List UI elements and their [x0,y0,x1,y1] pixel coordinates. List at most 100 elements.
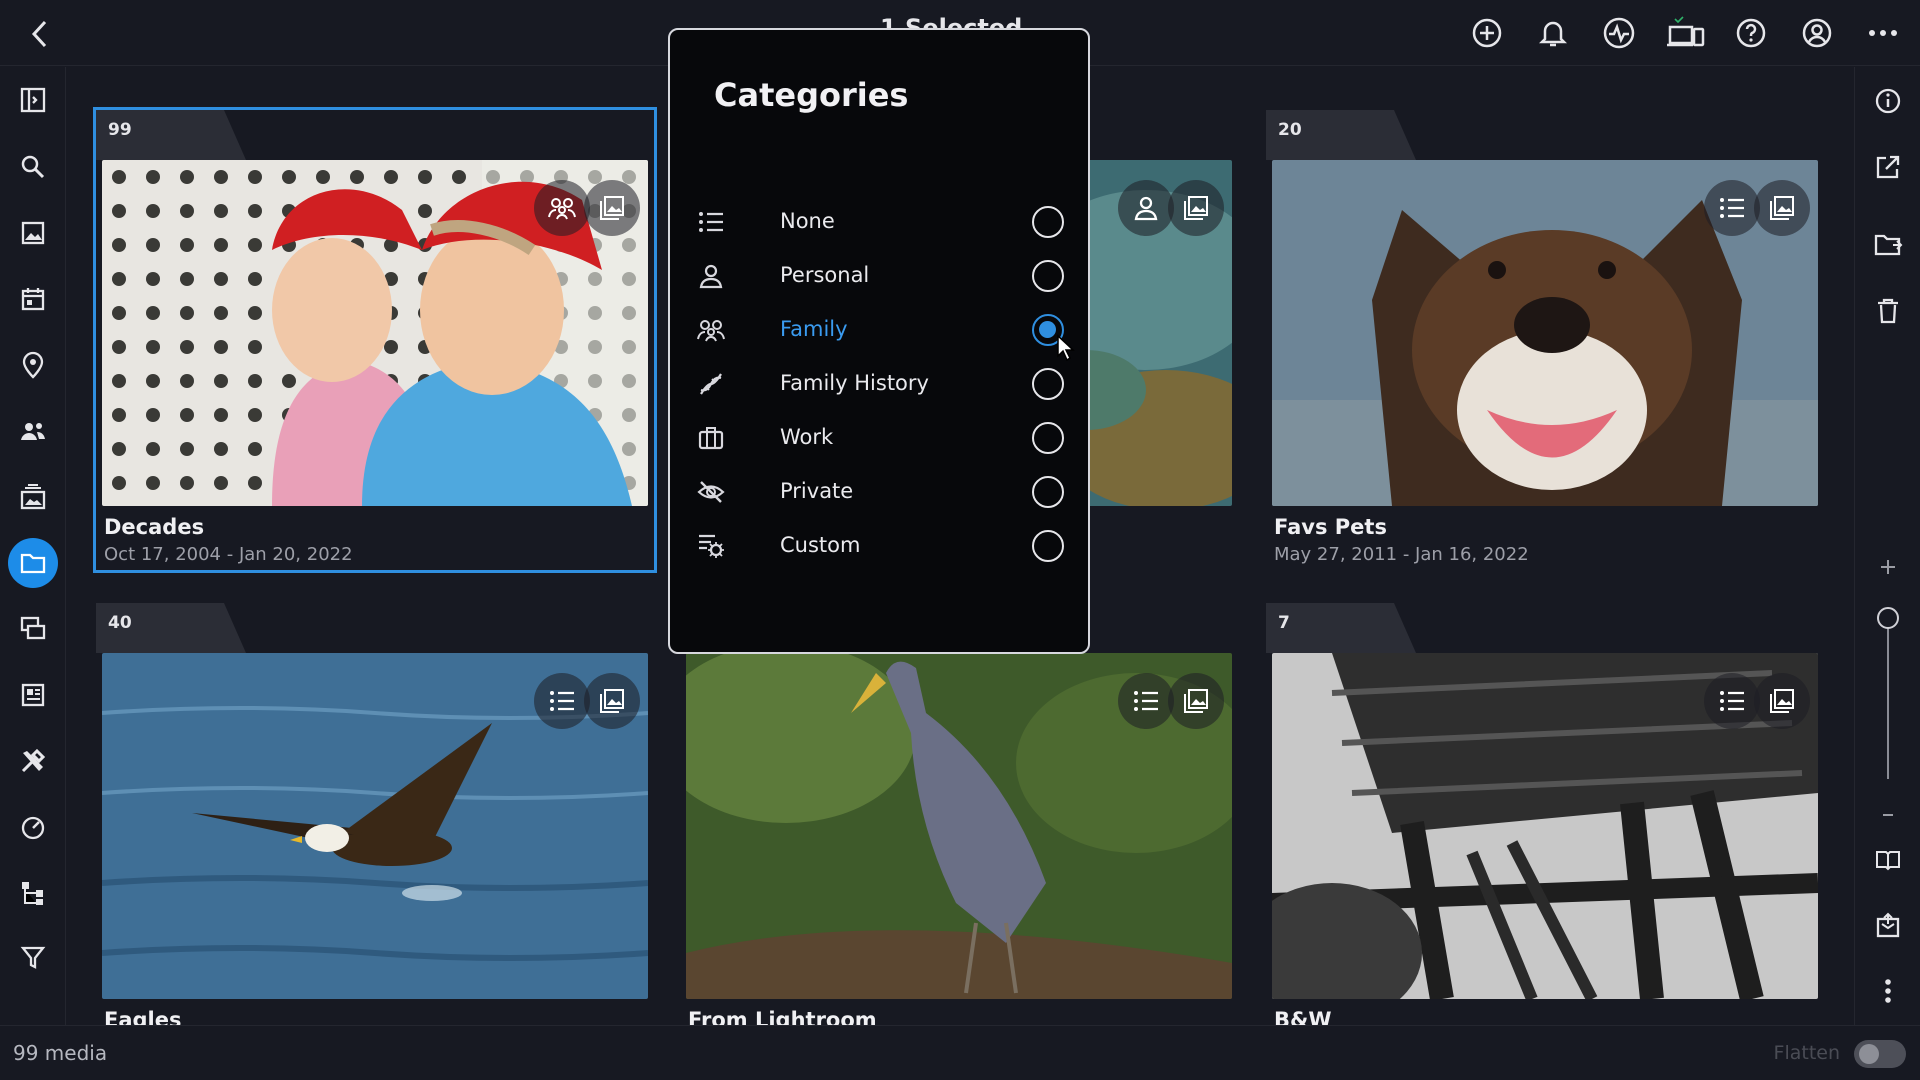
zoom-out-button[interactable] [1863,793,1913,837]
performance-button[interactable] [8,802,58,852]
folder-move-icon [1874,234,1903,256]
category-option-private[interactable]: Private [696,468,1076,516]
back-button[interactable] [20,14,60,54]
help-button[interactable] [1728,12,1774,54]
custom-settings-icon [696,532,726,560]
album-count-tab: 20 [1266,110,1416,160]
album-category-button[interactable] [534,673,590,729]
delete-button[interactable] [1863,289,1913,333]
filter-button[interactable] [8,932,58,982]
info-button[interactable] [1863,79,1913,123]
book-view-button[interactable] [1863,837,1913,881]
album-card[interactable]: From Lightroom [680,603,1238,1032]
family-icon [696,316,726,344]
album-card[interactable]: 99 Decades Oct 17, 2004 - Jan 20, 2022 [93,107,657,573]
album-count: 99 [108,120,132,140]
album-cover-button[interactable] [1754,673,1810,729]
album-thumbnail[interactable] [102,653,648,999]
open-external-button[interactable] [1863,145,1913,189]
album-date-range: May 27, 2011 - Jan 16, 2022 [1274,544,1529,565]
chevron-left-icon [31,20,47,48]
album-count: 7 [1278,613,1290,633]
devices-button[interactable] [1662,12,1708,54]
album-category-button[interactable] [1704,180,1760,236]
move-to-folder-button[interactable] [1863,223,1913,267]
album-cover-button[interactable] [1168,180,1224,236]
dna-icon [696,370,726,398]
calendar-icon [21,288,45,311]
category-option-family-history[interactable]: Family History [696,360,1076,408]
album-category-button[interactable] [1118,180,1174,236]
briefcase-icon [696,424,726,452]
hierarchy-button[interactable] [8,868,58,918]
upload-button[interactable] [1863,903,1913,947]
album-thumbnail[interactable] [1272,160,1818,506]
more-vertical-icon [1885,979,1891,1003]
category-radio[interactable] [1032,368,1064,400]
album-stack-icon [20,484,46,510]
status-bar: 99 media Flatten [0,1025,1920,1080]
album-count-tab: 7 [1266,603,1416,653]
album-cover-button[interactable] [584,180,640,236]
album-card[interactable]: 7 B&W [1266,603,1824,1032]
more-vertical-button[interactable] [1863,969,1913,1013]
tools-icon [21,748,46,773]
category-radio[interactable] [1032,206,1064,238]
zoom-slider-track[interactable] [1887,619,1889,779]
people-button[interactable] [8,406,58,456]
places-button[interactable] [8,340,58,390]
calendar-button[interactable] [8,274,58,324]
album-card[interactable]: 20 Favs Pets May 27, 2011 - Jan 16, 2022 [1266,110,1824,570]
panel-icon [20,87,46,113]
category-option-none[interactable]: None [696,198,1076,246]
album-category-button[interactable] [1704,673,1760,729]
folders-button[interactable] [8,538,58,588]
category-radio[interactable] [1032,422,1064,454]
category-radio[interactable] [1032,530,1064,562]
flatten-toggle[interactable] [1854,1040,1906,1068]
location-pin-icon [22,351,44,379]
dashboard-icon [21,683,45,707]
tools-button[interactable] [8,736,58,786]
toggle-panel-button[interactable] [8,75,58,125]
category-label: Custom [780,533,861,557]
album-cover-button[interactable] [584,673,640,729]
category-label: Work [780,425,834,449]
shares-button[interactable] [8,604,58,654]
album-thumbnail[interactable] [1272,653,1818,999]
category-option-personal[interactable]: Personal [696,252,1076,300]
notifications-button[interactable] [1530,12,1576,54]
activity-button[interactable] [1596,12,1642,54]
list-icon [550,691,574,711]
album-count: 20 [1278,120,1302,140]
category-radio[interactable] [1032,260,1064,292]
album-thumbnail[interactable] [686,653,1232,999]
album-category-button[interactable] [534,180,590,236]
album-title: Favs Pets [1274,515,1387,539]
albums-button[interactable] [8,472,58,522]
dashboard-button[interactable] [8,670,58,720]
categories-dialog: Categories None Personal Family Family H… [668,28,1090,654]
album-cover-button[interactable] [1168,673,1224,729]
album-cover-button[interactable] [1754,180,1810,236]
category-option-work[interactable]: Work [696,414,1076,462]
book-icon [1876,851,1900,871]
more-button[interactable] [1860,12,1906,54]
zoom-slider-handle[interactable] [1877,607,1899,629]
category-option-family[interactable]: Family [696,306,1076,362]
upload-icon [1876,912,1900,938]
album-category-button[interactable] [1118,673,1174,729]
search-button[interactable] [8,142,58,192]
category-radio[interactable] [1032,476,1064,508]
people-icon [21,423,45,440]
image-stack-icon [1184,689,1208,713]
album-thumbnail[interactable] [102,160,648,506]
trash-icon [1878,298,1898,324]
category-option-custom[interactable]: Custom [696,522,1076,570]
album-card[interactable]: 40 Eagles [96,603,654,1032]
photos-button[interactable] [8,208,58,258]
account-button[interactable] [1794,12,1840,54]
image-stack-icon [600,196,624,220]
add-button[interactable] [1464,12,1510,54]
zoom-in-button[interactable] [1863,545,1913,589]
